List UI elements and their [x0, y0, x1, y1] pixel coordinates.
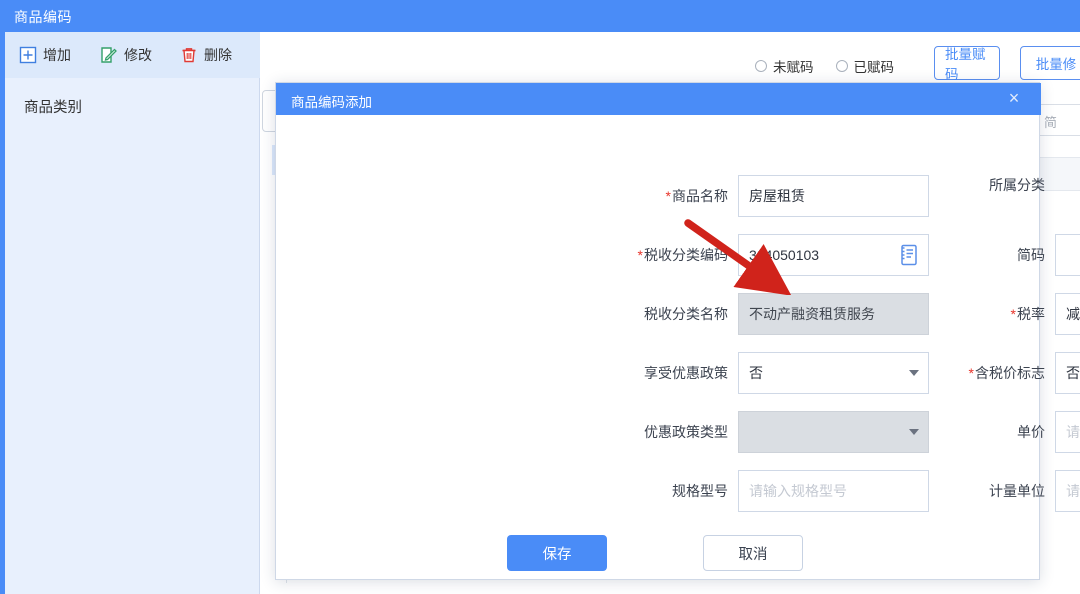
field-tax-class-name: 税收分类名称 不动产融资租赁服务	[616, 293, 929, 335]
field-belong-category: 所属分类	[973, 175, 1045, 195]
code-lookup-icon[interactable]	[898, 243, 920, 267]
radio-circle-icon	[755, 60, 767, 72]
window-title-bar: 商品编码	[0, 0, 1080, 32]
batch-assign-label: 批量赋码	[945, 47, 986, 82]
add-button[interactable]: 增加	[19, 42, 71, 68]
chevron-down-icon	[909, 370, 919, 376]
field-tax-class-code-label: * 税收分类编码	[637, 247, 728, 263]
field-measure-unit: 计量单位 请输入计量单位	[973, 470, 1080, 512]
field-tax-included-label: * 含税价标志	[968, 365, 1045, 381]
required-star-icon: *	[1010, 306, 1016, 322]
field-flags-row: * 含税价标志 否 隐藏标志 否	[948, 352, 1080, 394]
dialog-body: * 商品名称 房屋租赁 * 税收分类编码 304050103 税收分类名称 不动…	[276, 115, 1080, 581]
field-policy-type-label: 优惠政策类型	[644, 424, 728, 440]
batch-second-button[interactable]: 批量修	[1020, 46, 1080, 80]
product-name-input[interactable]: 房屋租赁	[738, 175, 929, 217]
save-button[interactable]: 保存	[507, 535, 607, 571]
radio-unassigned-label: 未赋码	[773, 60, 814, 75]
required-star-icon: *	[665, 188, 671, 204]
app-window: 商品编码 增加 修改 删除 商品类别 未赋码 已赋码 批量赋码 批量修 商品编码…	[0, 0, 1080, 594]
field-policy-type: 优惠政策类型	[616, 411, 929, 453]
delete-button[interactable]: 删除	[180, 42, 232, 68]
field-tax-rate: * 税率 减按1.5%计算	[991, 293, 1080, 335]
field-unit-price: 单价 请输入单价	[998, 411, 1080, 453]
field-short-code: 简码	[998, 234, 1080, 276]
delete-button-label: 删除	[204, 47, 232, 63]
measure-unit-input[interactable]: 请输入计量单位	[1055, 470, 1080, 512]
field-enjoy-policy: 享受优惠政策 否	[616, 352, 929, 394]
category-tree-title: 商品类别	[24, 100, 82, 116]
field-unit-price-label: 单价	[1017, 424, 1045, 440]
field-spec-model-label: 规格型号	[672, 483, 728, 499]
tax-class-name-input: 不动产融资租赁服务	[738, 293, 929, 335]
radio-circle-icon	[835, 60, 848, 72]
field-belong-category-label: 所属分类	[989, 177, 1045, 193]
unit-price-input[interactable]: 请输入单价	[1055, 411, 1080, 453]
pencil-edit-icon	[100, 46, 118, 64]
batch-second-label: 批量修	[1035, 57, 1077, 72]
tax-included-flag-select[interactable]: 否	[1055, 352, 1080, 394]
spec-model-input[interactable]: 请输入规格型号	[738, 470, 929, 512]
dialog-title: 商品编码添加	[291, 95, 372, 110]
policy-type-select	[738, 411, 929, 453]
add-button-label: 增加	[43, 47, 71, 63]
field-spec-model: 规格型号 请输入规格型号	[642, 470, 929, 512]
dialog-footer: 保存 取消	[276, 535, 1041, 585]
tax-rate-select[interactable]: 减按1.5%计算	[1055, 293, 1080, 335]
edit-button-label: 修改	[124, 47, 152, 63]
field-tax-class-name-label: 税收分类名称	[644, 306, 728, 322]
field-product-name-label: * 商品名称	[665, 188, 728, 204]
cancel-button[interactable]: 取消	[703, 535, 803, 571]
trash-icon	[180, 46, 198, 64]
field-short-code-label: 简码	[1017, 247, 1045, 263]
field-tax-rate-label: * 税率	[1010, 306, 1045, 322]
code-status-filter: 未赋码 已赋码	[755, 56, 894, 76]
field-product-name: * 商品名称 房屋租赁	[628, 175, 929, 217]
left-toolbar: 增加 修改 删除	[5, 32, 260, 78]
plus-square-icon	[19, 46, 37, 64]
radio-assigned-label: 已赋码	[853, 60, 895, 75]
radio-unassigned[interactable]: 未赋码	[755, 56, 814, 76]
batch-assign-button[interactable]: 批量赋码	[934, 46, 1000, 82]
field-measure-unit-label: 计量单位	[989, 483, 1045, 499]
required-star-icon: *	[637, 247, 643, 263]
left-accent-bar	[0, 32, 5, 594]
close-icon[interactable]: ×	[1003, 87, 1025, 109]
add-product-code-dialog: 商品编码添加 × * 商品名称 房屋租赁 * 税收分类编码 304050103 …	[275, 82, 1080, 581]
enjoy-policy-select[interactable]: 否	[738, 352, 929, 394]
window-title: 商品编码	[14, 9, 72, 25]
chevron-down-icon	[909, 429, 919, 435]
short-code-input[interactable]	[1055, 234, 1080, 276]
tax-class-code-input[interactable]: 304050103	[738, 234, 929, 276]
radio-assigned[interactable]: 已赋码	[835, 56, 895, 76]
field-enjoy-policy-label: 享受优惠政策	[644, 365, 728, 381]
dialog-title-bar: 商品编码添加 ×	[276, 83, 1041, 115]
edit-button[interactable]: 修改	[100, 42, 152, 68]
required-star-icon: *	[968, 365, 974, 381]
field-tax-class-code: * 税收分类编码 304050103	[606, 234, 929, 276]
